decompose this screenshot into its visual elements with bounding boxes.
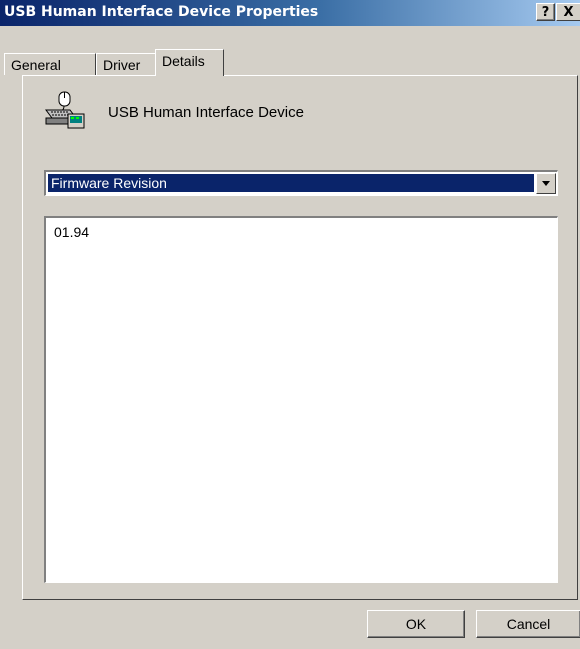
device-name: USB Human Interface Device (108, 104, 304, 121)
tab-strip: General Driver Details (0, 0, 580, 80)
ok-button[interactable]: OK (367, 610, 465, 638)
tab-general[interactable]: General (4, 53, 96, 75)
cancel-button[interactable]: Cancel (476, 610, 580, 638)
list-item[interactable]: 01.94 (54, 224, 89, 240)
property-value-list[interactable]: 01.94 (44, 216, 558, 583)
tab-driver[interactable]: Driver (96, 53, 156, 75)
tab-details[interactable]: Details (155, 49, 224, 76)
usb-keyboard-mouse-icon (42, 90, 88, 136)
chevron-down-icon[interactable] (536, 173, 556, 194)
property-dropdown[interactable]: Firmware Revision (44, 170, 558, 196)
property-dropdown-value[interactable]: Firmware Revision (48, 174, 534, 192)
